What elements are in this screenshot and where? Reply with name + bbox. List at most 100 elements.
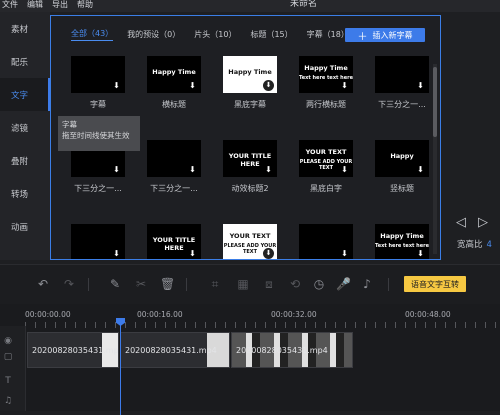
- trash-icon[interactable]: 🗑: [160, 277, 175, 291]
- menu-help[interactable]: 帮助: [77, 0, 93, 10]
- time-ruler[interactable]: 00:00:00.00 00:00:16.00 00:00:32.00 00:0…: [25, 308, 500, 330]
- ruler-ticks: [25, 322, 500, 328]
- scissors-icon[interactable]: ✂: [134, 277, 148, 291]
- redo-icon[interactable]: ↷: [62, 277, 76, 291]
- template-card[interactable]: ⬇左下标题1: [71, 224, 125, 259]
- download-icon[interactable]: ⬇: [340, 81, 349, 90]
- download-icon[interactable]: ⬇: [112, 165, 121, 174]
- sidebar-item-overlays[interactable]: 叠附: [0, 144, 50, 177]
- template-preview-text: YOUR TEXT: [305, 148, 347, 156]
- volume-icon[interactable]: ♪: [360, 277, 374, 291]
- undo-icon[interactable]: ↶: [36, 277, 50, 291]
- template-thumbnail: ⬇: [375, 56, 429, 93]
- tab-titles[interactable]: 标题（15）: [250, 29, 292, 40]
- timeline: 00:00:00.00 00:00:16.00 00:00:32.00 00:0…: [0, 304, 500, 415]
- template-card[interactable]: ⬇中心标题: [299, 224, 353, 259]
- template-card[interactable]: YOUR TEXT PLEASE ADD YOUR TEXT ⬇ 黑底白字: [299, 140, 353, 194]
- template-label: 黑底字幕: [234, 100, 266, 109]
- template-card[interactable]: Happy Time Text here text here ⬇ 两行横标题: [299, 56, 353, 110]
- clip-name: 20200828035431.mp4: [32, 346, 119, 355]
- category-tabs: 全部（43） 我的预设（0） 片头（10） 标题（15） 字幕（18）: [71, 28, 363, 41]
- download-icon[interactable]: ⬇: [112, 81, 121, 90]
- download-icon[interactable]: ⬇: [112, 249, 121, 258]
- toolbar-divider: [88, 278, 89, 291]
- template-thumbnail: YOUR TITLE HERE ⬇: [147, 224, 201, 259]
- toolbar-divider: [388, 278, 389, 291]
- rotate-icon[interactable]: ⟲: [288, 277, 302, 291]
- mosaic-icon[interactable]: ▦: [236, 277, 250, 291]
- template-label: 下三分之一...: [378, 100, 426, 109]
- template-card[interactable]: Happy Time ⬇ 横标题: [147, 56, 201, 110]
- freeze-frame-icon[interactable]: ⧈: [262, 277, 276, 291]
- duration-icon[interactable]: ◷: [312, 277, 326, 291]
- sidebar-item-music[interactable]: 配乐: [0, 45, 50, 78]
- sidebar-item-text[interactable]: 文字: [0, 78, 50, 111]
- download-icon[interactable]: ⬇: [416, 81, 425, 90]
- template-label: 横标题: [162, 100, 186, 109]
- template-thumbnail: YOUR TEXT PLEASE ADD YOUR TEXT ⬇: [299, 140, 353, 177]
- template-label: 字幕: [90, 100, 106, 109]
- clip-name: 20200828035431.mp4: [236, 346, 328, 355]
- video-clip[interactable]: 20200828035431.mp4: [120, 332, 230, 368]
- video-clip[interactable]: 20200828035431.mp4: [27, 332, 119, 368]
- scrollbar-thumb[interactable]: [433, 67, 437, 137]
- template-thumbnail: Happy Time Text here text here ⬇: [299, 56, 353, 93]
- download-icon[interactable]: ⬇: [264, 165, 273, 174]
- template-label: 下三分之一...: [74, 184, 122, 193]
- tab-openers[interactable]: 片头（10）: [194, 29, 236, 40]
- play-icon[interactable]: ▷: [478, 215, 488, 230]
- template-thumbnail: ⬇: [71, 224, 125, 259]
- menu-edit[interactable]: 编辑: [27, 0, 43, 10]
- download-icon[interactable]: ⬇: [340, 165, 349, 174]
- edit-toolbar: ↶ ↷ ✎ ✂ 🗑 ⌗ ▦ ⧈ ⟲ ◷ 🎤 ♪ 语音文字互转: [0, 264, 500, 304]
- tooltip-title: 字幕: [62, 120, 77, 129]
- download-icon[interactable]: ⬇: [416, 165, 425, 174]
- tab-presets[interactable]: 我的预设（0）: [127, 29, 180, 40]
- template-card[interactable]: Happy Time ⬇ 黑底字幕: [223, 56, 277, 110]
- lock-icon[interactable]: ▢: [2, 352, 14, 364]
- menu-export[interactable]: 导出: [52, 0, 68, 10]
- menu-file[interactable]: 文件: [2, 0, 18, 10]
- download-icon[interactable]: ⬇: [263, 248, 274, 259]
- template-card[interactable]: Happy ⬇ 竖标题: [375, 140, 429, 194]
- download-icon[interactable]: ⬇: [340, 249, 349, 258]
- download-icon[interactable]: ⬇: [188, 249, 197, 258]
- download-icon[interactable]: ⬇: [263, 80, 274, 91]
- panel-scrollbar[interactable]: [433, 64, 437, 254]
- template-preview-text: Happy Time: [152, 68, 196, 76]
- template-card[interactable]: YOUR TITLE HERE⬇下三分之一...: [147, 224, 201, 259]
- pen-icon[interactable]: ✎: [108, 277, 122, 291]
- sidebar-item-animations[interactable]: 动画: [0, 210, 50, 243]
- menu-bar: 文件 编辑 导出 帮助 未命名: [0, 0, 500, 12]
- template-card[interactable]: ⬇ 下三分之一...: [147, 140, 201, 194]
- audio-track-icon[interactable]: ♫: [2, 396, 14, 408]
- sidebar-item-transitions[interactable]: 转场: [0, 177, 50, 210]
- template-card[interactable]: YOUR TITLE HERE ⬇ 动效标题2: [223, 140, 277, 194]
- download-icon[interactable]: ⬇: [188, 165, 197, 174]
- aspect-ratio-value: 4: [486, 240, 492, 250]
- download-icon[interactable]: ⬇: [188, 81, 197, 90]
- sidebar-item-media[interactable]: 素材: [0, 12, 50, 45]
- insert-subtitle-label: 插入新字幕: [372, 30, 413, 40]
- eye-icon[interactable]: ◉: [2, 336, 14, 348]
- playhead[interactable]: [120, 318, 121, 415]
- sidebar-item-filters[interactable]: 滤镜: [0, 111, 50, 144]
- tab-all[interactable]: 全部（43）: [71, 28, 114, 41]
- template-card[interactable]: ⬇ 下三分之一...: [375, 56, 429, 110]
- insert-subtitle-button[interactable]: ＋ 插入新字幕: [345, 28, 425, 43]
- template-thumbnail: Happy Time Text here text here ⬇: [375, 224, 429, 259]
- microphone-icon[interactable]: 🎤: [336, 277, 351, 291]
- crop-icon[interactable]: ⌗: [208, 277, 222, 291]
- ruler-time: 00:00:48.00: [405, 310, 451, 319]
- template-preview-text: Happy Time: [228, 68, 272, 76]
- tab-subtitles[interactable]: 字幕（18）: [307, 29, 349, 40]
- previous-frame-icon[interactable]: ◁: [456, 215, 466, 230]
- template-card[interactable]: Happy TimeText here text here⬇三行横标题: [375, 224, 429, 259]
- template-card[interactable]: YOUR TEXTPLEASE ADD YOUR TEXT⬇白底黑字: [223, 224, 277, 259]
- aspect-ratio[interactable]: 宽高比 4: [457, 238, 492, 250]
- text-track-icon[interactable]: T: [2, 376, 14, 388]
- speech-to-text-button[interactable]: 语音文字互转: [404, 276, 466, 292]
- download-icon[interactable]: ⬇: [416, 249, 425, 258]
- video-clip[interactable]: 20200828035431.mp4: [231, 332, 353, 368]
- template-card[interactable]: ⬇ 字幕: [71, 56, 125, 110]
